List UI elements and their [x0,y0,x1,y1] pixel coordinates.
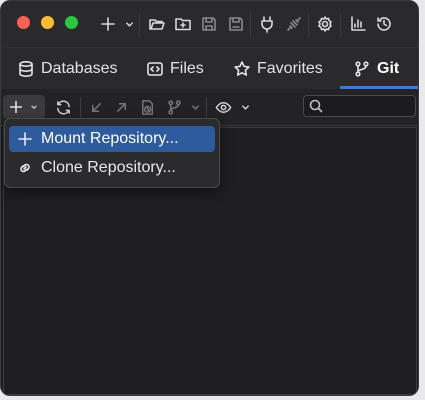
link-icon [20,163,30,173]
tab-files[interactable]: Files [146,48,204,89]
toolbar-divider [80,97,81,117]
menu-item-mount-repository[interactable]: Mount Repository... [9,126,215,152]
save-icon[interactable] [198,13,220,35]
refresh-icon[interactable] [53,96,73,118]
history-icon[interactable] [373,13,395,35]
app-window: Databases Files Favorites Git Mount Repo… [0,0,419,396]
title-toolbar [1,1,418,47]
file-code-icon [147,61,163,76]
chevron-down-icon[interactable] [185,96,205,118]
add-repository-menu: Mount Repository... Clone Repository... [4,118,220,188]
open-folder-icon[interactable] [172,13,194,35]
pull-icon[interactable] [86,96,106,118]
chevron-down-icon [31,105,37,110]
tab-label: Databases [41,59,118,77]
search-icon [309,99,323,113]
toolbar-divider [250,13,251,37]
plug-icon[interactable] [256,13,278,35]
toolbar-divider [139,13,140,37]
menu-item-clone-repository[interactable]: Clone Repository... [9,155,215,181]
toolbar-divider [206,97,207,117]
tab-label: Favorites [257,59,323,77]
toolbar-divider [340,13,341,37]
fetch-history-icon[interactable] [137,96,157,118]
tab-label: Files [170,59,204,77]
eye-icon[interactable] [213,96,233,118]
save-as-icon[interactable] [225,13,247,35]
chart-icon[interactable] [347,13,369,35]
tab-bar: Databases Files Favorites Git [1,47,418,90]
add-repository-button[interactable] [3,95,45,119]
push-icon[interactable] [111,96,131,118]
star-icon [234,60,250,76]
chevron-down-icon[interactable] [235,96,255,118]
menu-item-label: Clone Repository... [41,159,176,176]
toolbar-divider [308,13,309,37]
minimize-window-button[interactable] [41,16,54,29]
disconnect-icon[interactable] [283,13,305,35]
database-icon [19,60,33,77]
tab-databases[interactable]: Databases [17,48,118,89]
tab-favorites[interactable]: Favorites [233,48,323,89]
branch-icon [355,60,369,77]
search-box[interactable] [303,95,416,117]
chevron-down-icon[interactable] [118,13,140,35]
open-folder-icon[interactable] [146,13,168,35]
tab-git[interactable]: Git [353,48,399,89]
plus-icon [10,101,22,113]
close-window-button[interactable] [17,16,30,29]
branch-icon[interactable] [164,96,184,118]
tab-label: Git [377,59,400,77]
add-icon[interactable] [97,13,119,35]
search-input[interactable] [328,97,416,117]
zoom-window-button[interactable] [65,16,78,29]
menu-item-label: Mount Repository... [41,130,179,147]
gear-icon[interactable] [314,13,336,35]
plus-icon [18,132,32,146]
